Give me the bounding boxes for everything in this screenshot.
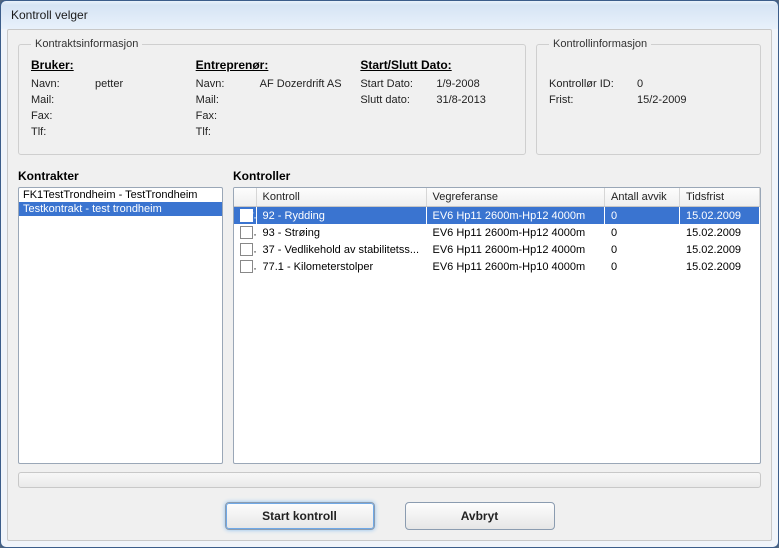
col-tidsfrist[interactable]: Tidsfrist [680, 188, 760, 207]
cell-avvik: 0 [605, 224, 680, 241]
deadline-value: 15/2-2009 [637, 94, 687, 106]
user-tlf-label: Tlf: [31, 126, 89, 138]
contract-info-legend: Kontraktsinformasjon [31, 38, 142, 50]
user-name-value: petter [95, 78, 123, 90]
control-info-legend: Kontrollinformasjon [549, 38, 651, 50]
contractor-mail-label: Mail: [196, 94, 254, 106]
contract-info-group: Kontraktsinformasjon Bruker: Navn: petter… [18, 38, 526, 155]
contracts-heading: Kontrakter [18, 169, 223, 183]
cell-vegreferanse: EV6 Hp11 2600m-Hp12 4000m [426, 224, 605, 241]
cell-tidsfrist: 15.02.2009 [680, 207, 760, 225]
window-frame: Kontroll velger Kontraktsinformasjon Bru… [0, 0, 779, 548]
user-mail-label: Mail: [31, 94, 89, 106]
table-row[interactable]: 77.1 - KilometerstolperEV6 Hp11 2600m-Hp… [234, 258, 760, 275]
cell-vegreferanse: EV6 Hp11 2600m-Hp10 4000m [426, 258, 605, 275]
col-checkbox[interactable] [234, 188, 256, 207]
cell-kontroll: 92 - Rydding [256, 207, 426, 225]
window-title: Kontroll velger [11, 8, 88, 22]
start-date-value: 1/9-2008 [436, 78, 479, 90]
user-name-label: Navn: [31, 78, 89, 90]
table-row[interactable]: 37 - Vedlikehold av stabilitetss...EV6 H… [234, 241, 760, 258]
contractor-name-value: AF Dozerdrift AS [260, 78, 342, 90]
control-info-group: Kontrollinformasjon Kontrollør ID: 0 Fris… [536, 38, 761, 155]
end-date-label: Slutt dato: [360, 94, 430, 106]
cell-kontroll: 77.1 - Kilometerstolper [256, 258, 426, 275]
user-heading: Bruker: [31, 58, 184, 72]
deadline-label: Frist: [549, 94, 631, 106]
end-date-value: 31/8-2013 [436, 94, 486, 106]
client-area: Kontraktsinformasjon Bruker: Navn: petter… [7, 29, 772, 541]
controls-heading: Kontroller [233, 169, 761, 183]
contractor-tlf-label: Tlf: [196, 126, 254, 138]
progress-bar [18, 472, 761, 488]
cell-vegreferanse: EV6 Hp11 2600m-Hp12 4000m [426, 241, 605, 258]
cell-kontroll: 37 - Vedlikehold av stabilitetss... [256, 241, 426, 258]
cell-avvik: 0 [605, 207, 680, 225]
cell-tidsfrist: 15.02.2009 [680, 258, 760, 275]
row-checkbox[interactable] [240, 226, 253, 239]
contractor-heading: Entreprenør: [196, 58, 349, 72]
col-vegreferanse[interactable]: Vegreferanse [426, 188, 605, 207]
col-kontroll[interactable]: Kontroll [256, 188, 426, 207]
row-checkbox[interactable] [240, 260, 253, 273]
row-checkbox[interactable] [240, 243, 253, 256]
controls-grid[interactable]: Kontroll Vegreferanse Antall avvik Tidsf… [233, 187, 761, 464]
table-row[interactable]: 92 - RyddingEV6 Hp11 2600m-Hp12 4000m015… [234, 207, 760, 225]
cell-avvik: 0 [605, 258, 680, 275]
cell-tidsfrist: 15.02.2009 [680, 224, 760, 241]
cell-tidsfrist: 15.02.2009 [680, 241, 760, 258]
list-item[interactable]: FK1TestTrondheim - TestTrondheim [19, 188, 222, 202]
table-row[interactable]: 93 - StrøingEV6 Hp11 2600m-Hp12 4000m015… [234, 224, 760, 241]
controller-id-value: 0 [637, 78, 643, 90]
dates-heading: Start/Slutt Dato: [360, 58, 513, 72]
start-date-label: Start Dato: [360, 78, 430, 90]
cell-vegreferanse: EV6 Hp11 2600m-Hp12 4000m [426, 207, 605, 225]
cell-avvik: 0 [605, 241, 680, 258]
contractor-name-label: Navn: [196, 78, 254, 90]
controller-id-label: Kontrollør ID: [549, 78, 631, 90]
contracts-listbox[interactable]: FK1TestTrondheim - TestTrondheimTestkont… [18, 187, 223, 464]
avbryt-button[interactable]: Avbryt [405, 502, 555, 530]
titlebar[interactable]: Kontroll velger [1, 1, 778, 29]
start-kontroll-button[interactable]: Start kontroll [225, 502, 375, 530]
list-item[interactable]: Testkontrakt - test trondheim [19, 202, 222, 216]
row-checkbox[interactable] [240, 209, 253, 222]
col-avvik[interactable]: Antall avvik [605, 188, 680, 207]
contractor-fax-label: Fax: [196, 110, 254, 122]
user-fax-label: Fax: [31, 110, 89, 122]
cell-kontroll: 93 - Strøing [256, 224, 426, 241]
